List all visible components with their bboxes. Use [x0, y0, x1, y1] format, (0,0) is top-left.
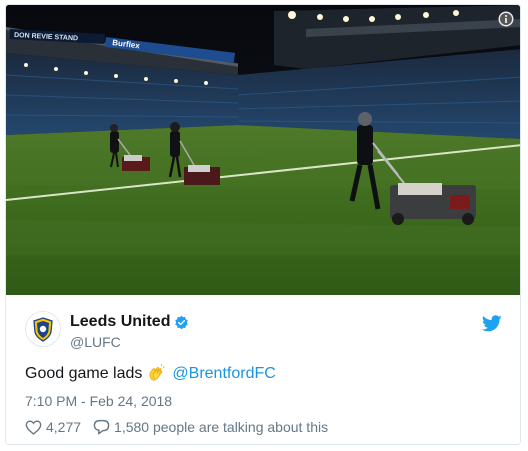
author-name[interactable]: Leeds United: [70, 313, 189, 331]
reply-bubble-icon: [93, 419, 110, 435]
info-icon[interactable]: [498, 11, 514, 27]
author-name-text: Leeds United: [70, 313, 171, 330]
heart-icon: [25, 419, 42, 435]
like-action[interactable]: 4,277: [25, 419, 81, 435]
author-handle[interactable]: @LUFC: [70, 334, 121, 350]
embedded-tweet-card: DON REVIE STAND Burflex Leeds United @LU…: [5, 4, 521, 445]
verified-badge-icon: [175, 315, 189, 329]
avatar[interactable]: [25, 311, 61, 347]
tweet-text: Good game lads @BrentfordFC: [25, 364, 276, 384]
stadium-photo: DON REVIE STAND Burflex: [6, 5, 520, 295]
tweet-photo[interactable]: DON REVIE STAND Burflex: [6, 5, 520, 295]
like-count: 4,277: [46, 419, 82, 435]
conversation-action[interactable]: 1,580 people are talking about this: [93, 419, 328, 435]
talking-count: 1,580 people are talking about this: [114, 419, 329, 435]
mention-link[interactable]: @BrentfordFC: [172, 365, 275, 383]
leeds-crest-icon: [33, 317, 53, 342]
tweet-body: Leeds United @LUFC Good game lads @Brent…: [6, 295, 520, 444]
tweet-actions: 4,277 1,580 people are talking about thi…: [25, 419, 328, 435]
tweet-text-body: Good game lads: [25, 365, 143, 382]
twitter-bird-icon[interactable]: [482, 315, 502, 332]
clapping-hands-icon: [149, 364, 166, 381]
tweet-timestamp[interactable]: 7:10 PM - Feb 24, 2018: [25, 393, 172, 409]
